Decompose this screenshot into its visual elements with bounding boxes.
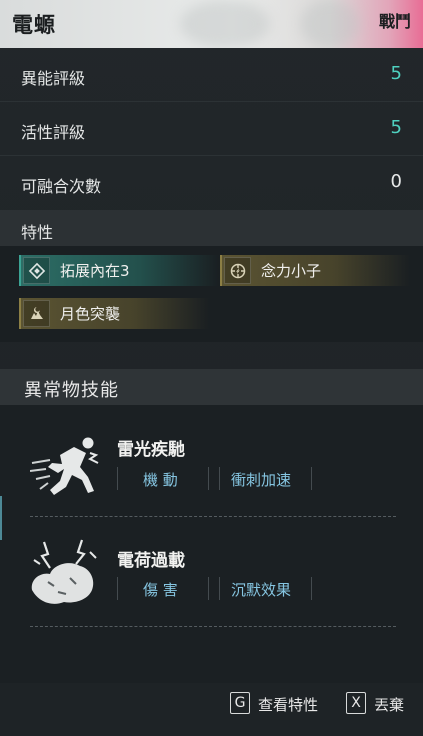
stat-row-fusion-count: 可融合次數 0 <box>0 156 423 210</box>
dashed-divider <box>30 626 396 627</box>
divider <box>311 467 312 490</box>
divider <box>117 467 118 490</box>
charged-creature-icon <box>26 538 102 612</box>
trait-label: 月色突襲 <box>60 305 121 323</box>
footer-actions: G 查看特性 X 丟棄 <box>0 683 423 736</box>
stat-value: 0 <box>390 171 402 192</box>
dashed-divider <box>30 516 396 517</box>
edge-accent <box>0 496 2 540</box>
skill-tag: 傷 害 <box>143 581 178 599</box>
diamond-icon <box>23 257 50 284</box>
skill-tag: 衝刺加速 <box>231 471 292 489</box>
trait-label: 拓展內在3 <box>60 262 130 280</box>
divider <box>208 577 209 600</box>
discard-button[interactable]: 丟棄 <box>374 694 404 715</box>
stat-value: 5 <box>390 117 402 138</box>
item-detail-panel: 電螈 戰鬥 異能評級 5 活性評級 5 可融合次數 0 特性 拓展內在3 念力小… <box>0 0 423 736</box>
stat-label: 可融合次數 <box>21 177 102 196</box>
header: 電螈 戰鬥 <box>0 0 423 48</box>
target-icon <box>224 257 251 284</box>
trait-label: 念力小子 <box>261 262 322 280</box>
stat-label: 活性評級 <box>21 123 86 142</box>
trait-chip[interactable]: 念力小子 <box>220 255 410 286</box>
item-title: 電螈 <box>12 13 56 37</box>
divider <box>219 467 220 490</box>
divider <box>219 577 220 600</box>
skill-name: 電荷過載 <box>117 551 185 571</box>
trait-chip[interactable]: 月色突襲 <box>19 298 209 329</box>
traits-heading: 特性 <box>21 223 54 242</box>
key-hint-g: G <box>230 692 250 714</box>
category-badge: 戰鬥 <box>378 12 411 31</box>
stat-row-activity-rating: 活性評級 5 <box>0 102 423 156</box>
key-hint-x: X <box>346 692 366 714</box>
skill-name: 雷光疾馳 <box>117 440 185 460</box>
skill-tag: 沉默效果 <box>231 581 292 599</box>
running-lightning-icon <box>29 433 102 503</box>
skills-section-header: 異常物技能 <box>0 369 423 405</box>
divider <box>117 577 118 600</box>
skill-tag: 機 動 <box>143 471 178 489</box>
divider <box>311 577 312 600</box>
stat-row-ability-rating: 異能評級 5 <box>0 48 423 102</box>
moon-strike-icon <box>23 300 50 327</box>
trait-chip[interactable]: 拓展內在3 <box>19 255 219 286</box>
stat-value: 5 <box>390 63 402 84</box>
view-traits-button[interactable]: 查看特性 <box>258 694 318 715</box>
stat-label: 異能評級 <box>21 69 86 88</box>
traits-section-header: 特性 <box>0 210 423 246</box>
divider <box>208 467 209 490</box>
skills-heading: 異常物技能 <box>24 380 119 401</box>
